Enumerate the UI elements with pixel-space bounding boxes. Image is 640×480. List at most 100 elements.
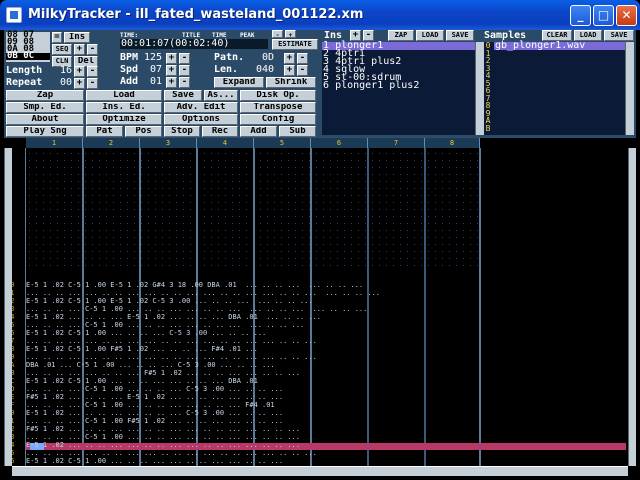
pattern-row[interactable]: ... .. .. ... ... .. .. ... ... .. .. ..… — [26, 354, 480, 361]
pattern-editor[interactable]: 1 2 3 4 5 6 7 8 00E-5 1 .02 C-5 1 .00 E-… — [4, 138, 636, 476]
pattern-row[interactable]: E-5 1 .02 ... .. .. ... ... .. .. ... ..… — [26, 442, 480, 449]
pattern-row[interactable]: ... .. .. ... C-5 1 .00 ... .. .. ... ..… — [26, 306, 480, 313]
pattern-vscrollbar-left[interactable] — [4, 148, 12, 466]
transpose-button[interactable]: Transpose — [240, 102, 316, 113]
pattern-row[interactable]: E-5 1 .02 C-5 1 .00 F#5 1 .02 ... .. .. … — [26, 346, 480, 353]
pattern-row[interactable]: ... .. .. ... C-5 1 .00 ... .. .. ... ..… — [26, 322, 480, 329]
pattern-hscrollbar[interactable] — [12, 466, 628, 476]
repeat-plus-button[interactable]: + — [74, 78, 85, 89]
patn-plus-button[interactable]: + — [284, 53, 295, 64]
pattern-row[interactable]: F#5 1 .02 ... .. .. ... E-5 1 .02 ... ..… — [26, 394, 480, 401]
channel-header[interactable]: 5 — [254, 138, 311, 148]
expand-button[interactable]: Expand — [214, 77, 264, 88]
instrument-list[interactable]: 1 plonger1 2 4ptri 3 4ptri plus2 4 sqlow… — [322, 41, 482, 135]
channel-header[interactable]: 2 — [83, 138, 140, 148]
instrument-scrollbar[interactable] — [475, 42, 484, 135]
len-minus-button[interactable]: - — [297, 65, 308, 76]
adv-edit-button[interactable]: Adv. Edit — [164, 102, 238, 113]
minimize-button[interactable]: _ — [570, 5, 591, 26]
pattern-row[interactable]: E-5 1 .02 ... .. .. ... E-5 1 .02 ... ..… — [26, 314, 480, 321]
ins-load-button[interactable]: LOAD — [416, 30, 444, 41]
patn-value: 0D — [262, 52, 275, 63]
rec-button[interactable]: Rec — [202, 126, 238, 137]
channel-header[interactable]: 7 — [368, 138, 425, 148]
add-button[interactable]: Add — [240, 126, 277, 137]
orderlist[interactable]: 08 07 09 08 0A 08 0B 0C — [6, 31, 50, 62]
pattern-row[interactable]: ... .. .. ... C-5 1 .00 F#5 1 .02 ... ..… — [26, 418, 480, 425]
sub-button[interactable]: Sub — [279, 126, 316, 137]
len-value: 040 — [256, 64, 275, 75]
len-plus-button[interactable]: + — [284, 65, 295, 76]
pattern-row[interactable]: E-5 1 .02 C-5 1 .00 ... .. .. ... ... ..… — [26, 378, 480, 385]
spd-plus-button[interactable]: + — [166, 65, 177, 76]
sample-scrollbar[interactable] — [625, 42, 634, 135]
clock-prev-button[interactable]: - — [272, 30, 283, 38]
order-eq-button[interactable]: = — [52, 32, 62, 43]
add-minus-button[interactable]: - — [179, 77, 190, 88]
app-icon — [6, 7, 22, 23]
channel-header[interactable]: 4 — [197, 138, 254, 148]
save-as-button[interactable]: As... — [204, 90, 238, 101]
repeat-minus-button[interactable]: - — [87, 78, 98, 89]
pattern-row[interactable]: E-5 1 .02 C-5 1 .00 E-5 1 .02 C-5 3 .00 … — [26, 298, 480, 305]
close-button[interactable]: ✕ — [616, 5, 637, 26]
pattern-vscrollbar-right[interactable] — [628, 148, 636, 466]
pattern-row[interactable]: DBA .01 ... C-5 1 .00 ... .. .. ... C-5 … — [26, 362, 480, 369]
stop-button[interactable]: Stop — [164, 126, 200, 137]
pattern-row[interactable]: E-5 1 .02 C-5 1 .00 ... .. .. ... ... ..… — [26, 458, 480, 465]
play-song-button[interactable]: Play Sng — [6, 126, 84, 137]
disk-op-button[interactable]: Disk Op. — [240, 90, 316, 101]
order-seq-button[interactable]: SEQ — [52, 44, 72, 55]
sample-item[interactable]: gb_plonger1.wav — [494, 41, 634, 51]
shrink-button[interactable]: Shrink — [266, 77, 316, 88]
length-plus-button[interactable]: + — [74, 66, 85, 77]
channel-header[interactable]: 1 — [26, 138, 83, 148]
estimate-button[interactable]: ESTIMATE — [272, 39, 318, 50]
order-entry-selected[interactable]: 0B 0C — [6, 52, 50, 61]
bpm-minus-button[interactable]: - — [179, 53, 190, 64]
order-plus-button[interactable]: + — [74, 44, 85, 55]
pattern-row[interactable]: E-5 1 .02 C-5 1 .00 ... .. .. ... C-5 3 … — [26, 330, 480, 337]
play-position-button[interactable]: Pos — [125, 126, 162, 137]
spd-label: Spd — [120, 64, 139, 75]
window-titlebar[interactable]: MilkyTracker - ill_fated_wasteland_00112… — [0, 0, 640, 30]
order-minus-button[interactable]: - — [87, 44, 98, 55]
load-button[interactable]: Load — [86, 90, 162, 101]
pattern-row[interactable]: ... .. .. ... ... .. .. ... ... .. .. ..… — [26, 450, 480, 457]
order-ins-button[interactable]: Ins — [64, 32, 90, 43]
patn-minus-button[interactable]: - — [297, 53, 308, 64]
ins-save-button[interactable]: SAVE — [446, 30, 474, 41]
spd-minus-button[interactable]: - — [179, 65, 190, 76]
pattern-row[interactable]: ... .. .. ... C-5 1 .00 ... .. .. ... C-… — [26, 386, 480, 393]
channel-header[interactable]: 8 — [425, 138, 480, 148]
optimize-button[interactable]: Optimize — [86, 114, 162, 125]
pattern-row[interactable]: ... .. .. ... ... .. .. ... ... .. .. ..… — [26, 338, 480, 345]
pattern-row[interactable]: F#5 1 .02 ... .. .. ... ... .. .. ... ..… — [26, 426, 480, 433]
config-button[interactable]: Config — [240, 114, 316, 125]
smp-save-button[interactable]: SAVE — [604, 30, 634, 41]
sample-list[interactable]: 012 345 678 9AB gb_plonger1.wav — [484, 41, 634, 135]
length-minus-button[interactable]: - — [87, 66, 98, 77]
ins-zap-button[interactable]: ZAP — [388, 30, 414, 41]
channel-header[interactable]: 6 — [311, 138, 368, 148]
channel-header[interactable]: 3 — [140, 138, 197, 148]
pattern-row[interactable]: E-5 1 .02 C-5 1 .00 E-5 1 .02 G#4 3 18 .… — [26, 282, 480, 289]
play-pattern-button[interactable]: Pat — [86, 126, 123, 137]
pattern-row[interactable]: ... .. .. ... ... .. .. ... F#5 1 .02 ..… — [26, 370, 480, 377]
pattern-row[interactable]: ... .. .. ... C-5 1 .00 ... .. .. ... ..… — [26, 434, 480, 441]
add-plus-button[interactable]: + — [166, 77, 177, 88]
smp-ed-button[interactable]: Smp. Ed. — [6, 102, 84, 113]
ins-ed-button[interactable]: Ins. Ed. — [86, 102, 162, 113]
clock-next-button[interactable]: + — [285, 30, 296, 38]
pattern-row[interactable]: ... .. .. ... ... .. .. ... ... .. .. ..… — [26, 290, 480, 297]
about-button[interactable]: About — [6, 114, 84, 125]
instrument-item[interactable]: 6 plonger1 plus2 — [322, 81, 482, 91]
pattern-row[interactable]: ... .. .. ... C-5 1 .00 ... .. .. ... ..… — [26, 402, 480, 409]
maximize-button[interactable]: □ — [593, 5, 614, 26]
bpm-plus-button[interactable]: + — [166, 53, 177, 64]
add-label: Add — [120, 76, 139, 87]
zap-button[interactable]: Zap — [6, 90, 84, 101]
options-button[interactable]: Options — [164, 114, 238, 125]
pattern-row[interactable]: E-5 1 .02 ... .. .. ... ... .. .. ... C-… — [26, 410, 480, 417]
save-button[interactable]: Save — [164, 90, 202, 101]
